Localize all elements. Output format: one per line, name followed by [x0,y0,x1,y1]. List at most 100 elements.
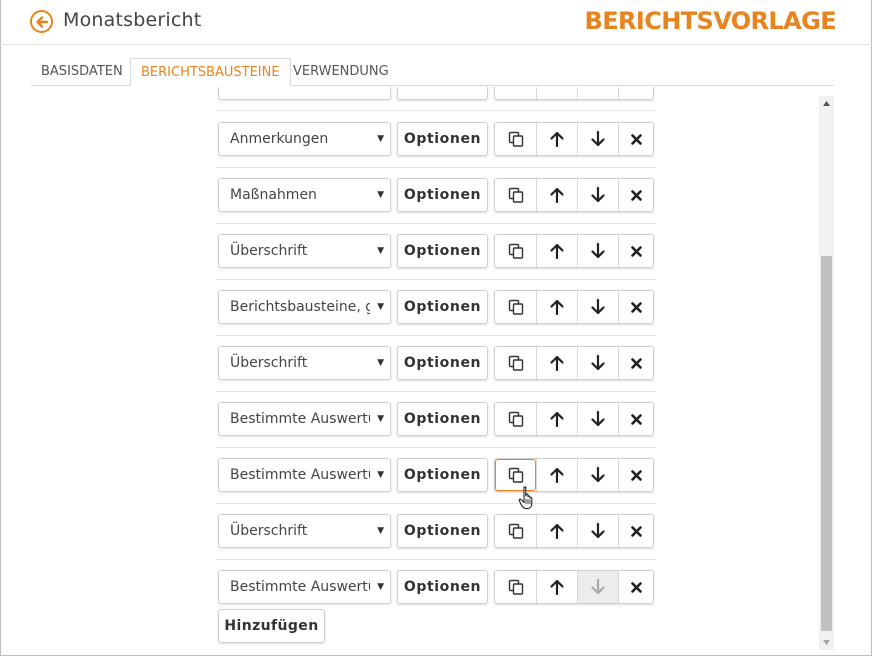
move-up-button[interactable] [536,123,577,155]
arrow-down-icon [591,523,605,539]
move-up-button[interactable] [536,87,577,99]
options-button[interactable]: Optionen [397,122,488,156]
block-type-select[interactable]: Bestimmte Auswertung ▼ [218,458,391,492]
arrow-down-icon [591,131,605,147]
options-button[interactable]: Optionen [397,458,488,492]
arrow-down-icon [591,355,605,371]
move-up-button[interactable] [536,571,577,603]
delete-button[interactable] [618,179,654,211]
block-type-select[interactable]: Maßnahmen ▼ [218,178,391,212]
row-action-group [494,402,654,436]
delete-button[interactable] [618,87,654,99]
move-up-button[interactable] [536,403,577,435]
options-button[interactable]: Optionen [397,178,488,212]
block-type-select[interactable]: Bestimmte Auswertung ▼ [218,402,391,436]
options-button[interactable] [397,87,488,100]
vertical-scrollbar[interactable] [819,96,834,650]
tab-basisdaten[interactable]: BASISDATEN [31,58,133,86]
delete-button[interactable] [618,459,654,491]
block-type-select[interactable]: Anmerkungen ▼ [218,122,391,156]
list-item: Überschrift ▼ Optionen [216,514,656,548]
block-type-select[interactable]: Überschrift ▼ [218,346,391,380]
delete-button[interactable] [618,571,654,603]
copy-button[interactable] [495,235,536,267]
move-up-button[interactable] [536,235,577,267]
block-type-select[interactable]: Überschrift ▼ [218,514,391,548]
move-down-button[interactable] [577,87,618,99]
block-type-value: Berichtsbausteine, gruppiert [230,299,370,315]
move-up-button[interactable] [536,291,577,323]
row-divider [216,110,656,111]
options-button[interactable]: Optionen [397,514,488,548]
list-item: Anmerkungen ▼ Optionen [216,122,656,156]
arrow-down-icon [591,299,605,315]
block-type-select[interactable] [218,87,391,100]
move-up-button[interactable] [536,179,577,211]
row-divider [216,335,656,336]
row-divider [216,391,656,392]
copy-button[interactable] [495,515,536,547]
copy-button[interactable] [495,179,536,211]
list-item: Bestimmte Auswertung ▼ Optionen [216,570,656,604]
copy-button[interactable] [495,571,536,603]
arrow-left-circle-icon [35,15,48,28]
move-down-button[interactable] [577,291,618,323]
delete-button[interactable] [618,235,654,267]
arrow-up-icon [550,187,564,203]
list-item: Bestimmte Auswertung ▼ Optionen [216,402,656,436]
block-type-value: Überschrift [230,355,308,371]
row-divider [216,447,656,448]
add-block-button[interactable]: Hinzufügen [218,609,325,643]
delete-button[interactable] [618,123,654,155]
move-down-button[interactable] [577,571,618,603]
move-up-button[interactable] [536,347,577,379]
list-item: Bestimmte Auswertung ▼ Optionen [216,458,656,492]
caret-down-icon: ▼ [377,526,384,536]
arrow-up-icon [550,523,564,539]
tab-verwendung[interactable]: VERWENDUNG [283,58,399,86]
move-down-button[interactable] [577,347,618,379]
move-down-button[interactable] [577,515,618,547]
move-down-button[interactable] [577,459,618,491]
delete-button[interactable] [618,347,654,379]
arrow-up-icon [550,299,564,315]
move-down-button[interactable] [577,179,618,211]
copy-button[interactable] [495,291,536,323]
block-type-select[interactable]: Berichtsbausteine, gruppiert ▼ [218,290,391,324]
delete-button[interactable] [618,291,654,323]
copy-button[interactable] [495,403,536,435]
copy-button[interactable] [495,123,536,155]
move-down-button[interactable] [577,403,618,435]
options-button[interactable]: Optionen [397,402,488,436]
back-button[interactable] [30,10,53,33]
scroll-down-arrow[interactable] [819,635,834,650]
page-title: Monatsbericht [63,9,202,31]
row-action-group [494,458,654,492]
row-action-group [494,514,654,548]
scrollbar-thumb[interactable] [821,256,832,631]
move-down-button[interactable] [577,235,618,267]
options-button[interactable]: Optionen [397,290,488,324]
scroll-up-arrow[interactable] [819,96,834,111]
copy-button[interactable] [495,87,536,99]
tab-berichtsbausteine[interactable]: BERICHTSBAUSTEINE [130,58,291,86]
move-up-button[interactable] [536,515,577,547]
options-button[interactable]: Optionen [397,346,488,380]
caret-down-icon: ▼ [377,358,384,368]
arrow-up-icon [550,411,564,427]
options-button[interactable]: Optionen [397,234,488,268]
block-type-value: Bestimmte Auswertung [230,467,370,483]
copy-button[interactable] [495,459,536,491]
delete-button[interactable] [618,403,654,435]
arrow-down-icon [591,243,605,259]
copy-icon [508,411,523,427]
block-type-select[interactable]: Überschrift ▼ [218,234,391,268]
copy-button[interactable] [495,347,536,379]
move-down-button[interactable] [577,123,618,155]
options-button[interactable]: Optionen [397,570,488,604]
block-type-value: Anmerkungen [230,131,329,147]
row-action-group [494,122,654,156]
delete-button[interactable] [618,515,654,547]
block-type-select[interactable]: Bestimmte Auswertung ▼ [218,570,391,604]
move-up-button[interactable] [536,459,577,491]
